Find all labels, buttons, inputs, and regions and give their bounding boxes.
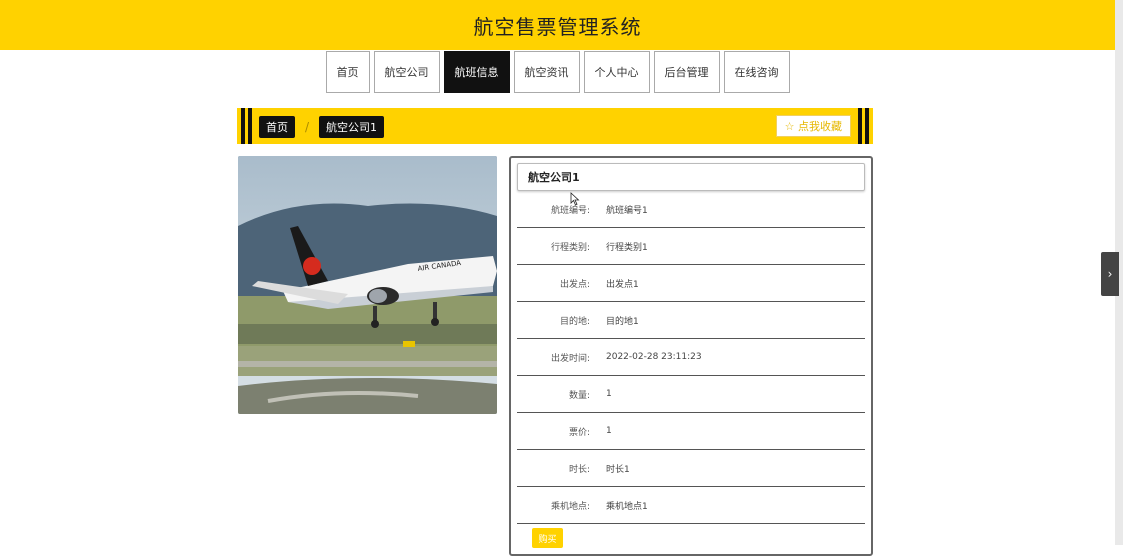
buy-button[interactable]: 购买 xyxy=(532,528,563,548)
detail-label: 出发时间: xyxy=(550,353,590,364)
breadcrumb-right-stripe xyxy=(858,108,862,144)
main-nav: 首页 航空公司 航班信息 航空资讯 个人中心 后台管理 在线咨询 xyxy=(0,51,1115,93)
detail-row-trip-type: 行程类别: 行程类别1 xyxy=(517,228,865,265)
nav-item-flights[interactable]: 航班信息 xyxy=(443,51,510,93)
flight-photo: AIR CANADA xyxy=(238,156,497,414)
favorite-button-label: ☆ 点我收藏 xyxy=(784,120,842,133)
chevron-right-icon[interactable]: › xyxy=(1101,252,1119,296)
detail-row-departure-time: 出发时间: 2022-02-28 23:11:23 xyxy=(517,339,865,376)
favorite-button[interactable]: ☆ 点我收藏 xyxy=(775,115,851,137)
detail-row-quantity: 数量: 1 xyxy=(517,376,865,413)
detail-value: 行程类别1 xyxy=(606,242,648,253)
detail-label: 票价: xyxy=(568,427,590,438)
detail-row-boarding-location: 乘机地点: 乘机地点1 xyxy=(517,487,865,524)
nav-item-consult[interactable]: 在线咨询 xyxy=(723,51,790,93)
detail-row-price: 票价: 1 xyxy=(517,413,865,450)
detail-value: 1 xyxy=(606,426,612,436)
nav-item-home[interactable]: 首页 xyxy=(325,51,370,93)
detail-value: 航班编号1 xyxy=(606,205,648,216)
header-bar: 航空售票管理系统 xyxy=(0,0,1115,50)
detail-row-duration: 时长: 时长1 xyxy=(517,450,865,487)
breadcrumb-left-stripe xyxy=(241,108,245,144)
detail-value: 目的地1 xyxy=(606,316,639,327)
detail-title: 航空公司1 xyxy=(517,163,865,191)
detail-label: 目的地: xyxy=(559,316,590,327)
detail-label: 行程类别: xyxy=(550,242,590,253)
nav-item-profile[interactable]: 个人中心 xyxy=(583,51,650,93)
detail-label: 时长: xyxy=(568,464,590,475)
detail-row-origin: 出发点: 出发点1 xyxy=(517,265,865,302)
breadcrumb-separator: / xyxy=(305,120,310,134)
detail-value: 乘机地点1 xyxy=(606,501,648,512)
nav-item-admin[interactable]: 后台管理 xyxy=(653,51,720,93)
flight-detail-panel: 航空公司1 航班编号: 航班编号1 行程类别: 行程类别1 出发点: 出发点1 … xyxy=(509,156,873,556)
detail-label: 数量: xyxy=(568,390,590,401)
detail-value: 时长1 xyxy=(606,464,630,475)
airplane-image: AIR CANADA xyxy=(238,156,497,414)
breadcrumb-home[interactable]: 首页 xyxy=(259,116,295,138)
detail-value: 1 xyxy=(606,389,612,399)
nav-item-airlines[interactable]: 航空公司 xyxy=(373,51,440,93)
breadcrumb-right-stripe xyxy=(865,108,869,144)
site-title: 航空售票管理系统 xyxy=(473,14,642,39)
detail-label: 出发点: xyxy=(559,279,590,290)
detail-value: 出发点1 xyxy=(606,279,639,290)
detail-row-destination: 目的地: 目的地1 xyxy=(517,302,865,339)
mouse-cursor-icon xyxy=(570,192,580,206)
breadcrumb-current: 航空公司1 xyxy=(319,116,385,138)
detail-value: 2022-02-28 23:11:23 xyxy=(606,352,702,362)
nav-item-news[interactable]: 航空资讯 xyxy=(513,51,580,93)
breadcrumb-left-stripe xyxy=(248,108,252,144)
breadcrumb: 首页 / 航空公司1 ☆ 点我收藏 xyxy=(237,108,873,144)
detail-label: 乘机地点: xyxy=(550,501,590,512)
